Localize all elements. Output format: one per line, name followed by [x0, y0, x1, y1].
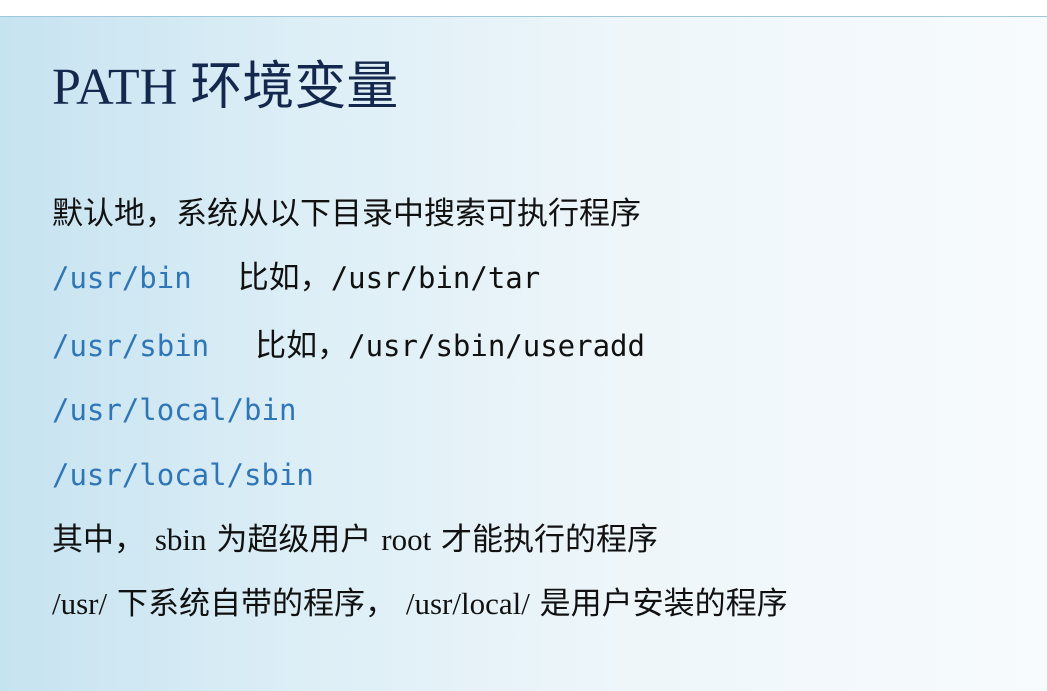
note-suffix: 才能执行的程序: [431, 522, 659, 558]
example-label: 比如，: [255, 328, 349, 364]
path-dir: /usr/bin: [52, 261, 192, 295]
path-line-usr-local-sbin: /usr/local/sbin: [52, 455, 314, 495]
note-root: root: [381, 522, 432, 557]
note-usr-line: /usr/ 下系统自带的程序， /usr/local/ 是用户安装的程序: [52, 584, 788, 624]
note-usr: /usr/: [52, 586, 108, 621]
example-path: /usr/sbin/useradd: [348, 329, 645, 363]
note-suffix: 是用户安装的程序: [529, 586, 788, 622]
path-line-usr-bin: /usr/bin 比如，/usr/bin/tar: [52, 258, 540, 298]
example-path: /usr/bin/tar: [330, 261, 541, 295]
slide-title: PATH 环境变量: [52, 59, 399, 116]
note-sbin: sbin: [154, 522, 207, 557]
example-label: 比如，: [237, 260, 331, 296]
path-line-usr-sbin: /usr/sbin 比如，/usr/sbin/useradd: [52, 326, 645, 366]
path-dir: /usr/local/sbin: [52, 458, 314, 492]
note-mid: 下系统自带的程序，: [107, 586, 406, 622]
note-sbin-line: 其中， sbin 为超级用户 root 才能执行的程序: [52, 520, 658, 560]
note-usr-local: /usr/local/: [405, 586, 530, 621]
path-dir: /usr/sbin: [52, 329, 210, 363]
note-mid: 为超级用户: [206, 522, 382, 558]
path-dir: /usr/local/bin: [52, 393, 297, 427]
top-strip: [0, 0, 1047, 17]
path-line-usr-local-bin: /usr/local/bin: [52, 390, 296, 430]
intro-line: 默认地，系统从以下目录中搜索可执行程序: [52, 196, 641, 232]
note-prefix: 其中，: [52, 522, 155, 558]
